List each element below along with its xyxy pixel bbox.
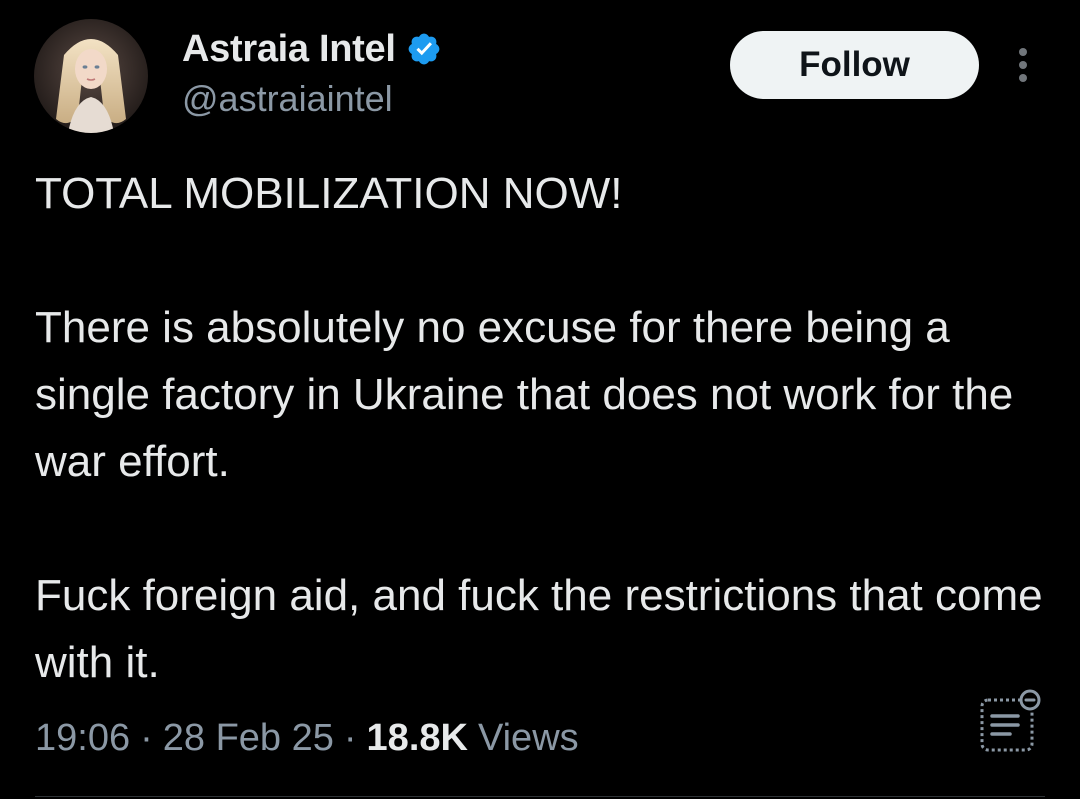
tweet-paragraph-2: There is absolutely no excuse for there … bbox=[35, 303, 1014, 486]
tweet-paragraph-3: Fuck foreign aid, and fuck the restricti… bbox=[35, 571, 1043, 687]
divider bbox=[35, 796, 1045, 797]
meta-separator: · bbox=[343, 716, 357, 759]
post-time[interactable]: 19:06 bbox=[35, 717, 130, 760]
tweet-text: TOTAL MOBILIZATION NOW! There is absolut… bbox=[35, 160, 1045, 696]
tweet-meta: 19:06 · 28 Feb 25 · 18.8K Views bbox=[35, 712, 579, 764]
community-notes-icon[interactable] bbox=[978, 688, 1042, 756]
meta-separator: · bbox=[140, 716, 153, 759]
more-vertical-icon[interactable] bbox=[1009, 46, 1037, 84]
follow-button[interactable]: Follow bbox=[730, 31, 979, 99]
views-label: Views bbox=[477, 716, 579, 759]
tweet-paragraph-1: TOTAL MOBILIZATION NOW! bbox=[35, 169, 623, 218]
verified-badge-icon[interactable] bbox=[406, 31, 442, 67]
author-display-name[interactable]: Astraia Intel bbox=[182, 28, 396, 71]
author-identity: Astraia Intel @astraiaintel bbox=[182, 24, 442, 120]
views-count: 18.8K bbox=[366, 716, 468, 759]
author-handle[interactable]: @astraiaintel bbox=[182, 78, 442, 120]
name-row: Astraia Intel bbox=[182, 24, 442, 74]
post-date[interactable]: 28 Feb 25 bbox=[163, 717, 334, 760]
avatar-image bbox=[34, 19, 148, 133]
avatar[interactable] bbox=[34, 19, 148, 133]
tweet-card: Astraia Intel @astraiaintel Follow TOTAL… bbox=[0, 0, 1080, 799]
